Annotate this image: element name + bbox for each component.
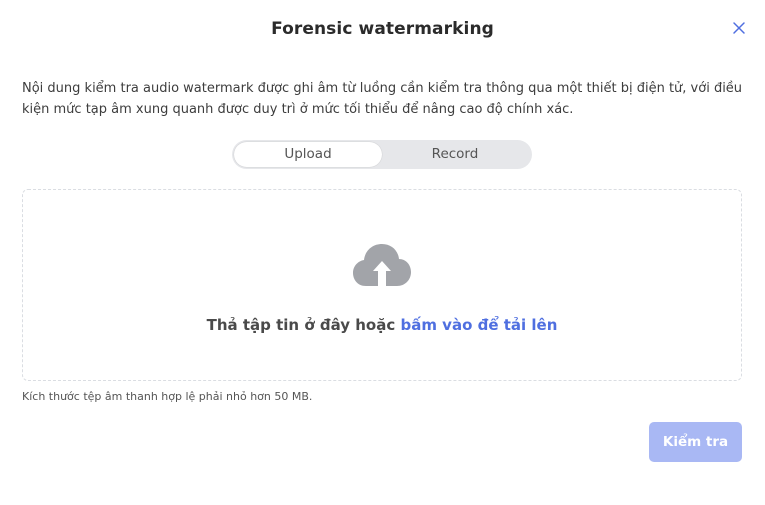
file-dropzone[interactable]: Thả tập tin ở đây hoặc bấm vào để tải lê… bbox=[22, 189, 742, 381]
tab-upload[interactable]: Upload bbox=[234, 142, 382, 167]
close-icon[interactable] bbox=[730, 19, 748, 37]
dropzone-instruction: Thả tập tin ở đây hoặc bbox=[206, 316, 401, 334]
forensic-watermarking-dialog: Forensic watermarking Nội dung kiểm tra … bbox=[0, 0, 765, 505]
dialog-title: Forensic watermarking bbox=[271, 19, 494, 39]
file-size-note: Kích thước tệp âm thanh hợp lệ phải nhỏ … bbox=[22, 390, 313, 403]
check-button[interactable]: Kiểm tra bbox=[649, 422, 742, 462]
dropzone-text: Thả tập tin ở đây hoặc bấm vào để tải lê… bbox=[23, 316, 741, 334]
cloud-upload-icon bbox=[352, 242, 412, 288]
browse-link[interactable]: bấm vào để tải lên bbox=[400, 316, 557, 334]
tab-record[interactable]: Record bbox=[382, 142, 528, 167]
mode-switch: Upload Record bbox=[232, 140, 532, 169]
dialog-description: Nội dung kiểm tra audio watermark được g… bbox=[22, 81, 743, 117]
